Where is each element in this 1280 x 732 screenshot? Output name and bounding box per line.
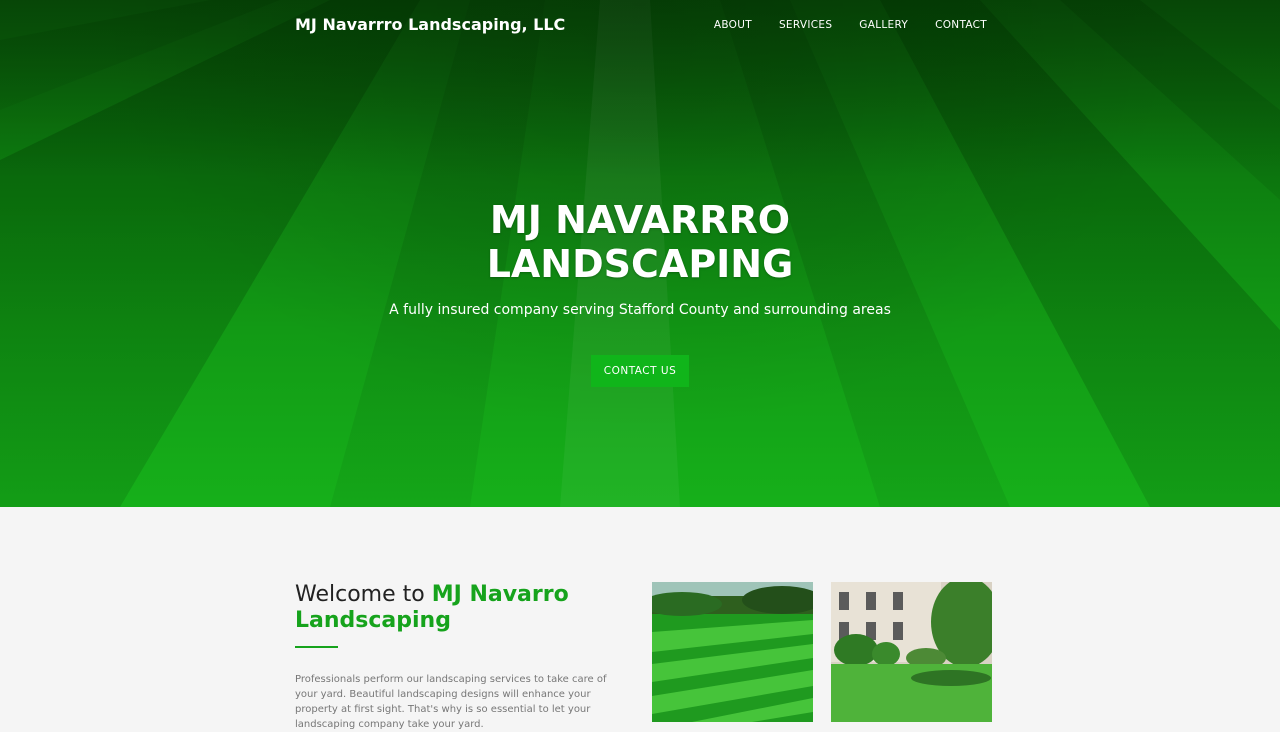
hero-section: MJ Navarrro Landscaping, LLC ABOUT SERVI… [0,0,1280,507]
title-divider [295,646,338,648]
nav-menu: ABOUT SERVICES GALLERY CONTACT [687,19,987,31]
contact-us-button[interactable]: CONTACT US [590,355,690,387]
nav-item-about[interactable]: ABOUT [714,19,752,31]
nav-item-services[interactable]: SERVICES [779,19,832,31]
gallery-image-striped-lawn[interactable] [652,582,813,722]
welcome-section: Welcome to MJ Navarro Landscaping Profes… [0,507,1280,730]
nav-item-gallery[interactable]: GALLERY [859,19,908,31]
striped-lawn-image [652,582,813,722]
gallery-image-house-yard[interactable] [831,582,992,722]
welcome-title-prefix: Welcome to [295,582,425,607]
hero-title: MJ NAVARRRO LANDSCAPING [486,198,794,286]
welcome-body: Professionals perform our landscaping se… [295,674,607,730]
welcome-text-block: Welcome to MJ Navarro Landscaping Profes… [295,582,630,732]
hero-subtitle: A fully insured company serving Stafford… [389,302,891,318]
nav-item-contact[interactable]: CONTACT [935,19,987,31]
brand-name[interactable]: MJ Navarrro Landscaping, LLC [295,15,565,34]
house-yard-image [831,582,992,722]
welcome-title: Welcome to MJ Navarro Landscaping [295,582,630,634]
hero-content: MJ NAVARRRO LANDSCAPING A fully insured … [0,198,1280,387]
top-navigation: MJ Navarrro Landscaping, LLC ABOUT SERVI… [0,0,1280,52]
